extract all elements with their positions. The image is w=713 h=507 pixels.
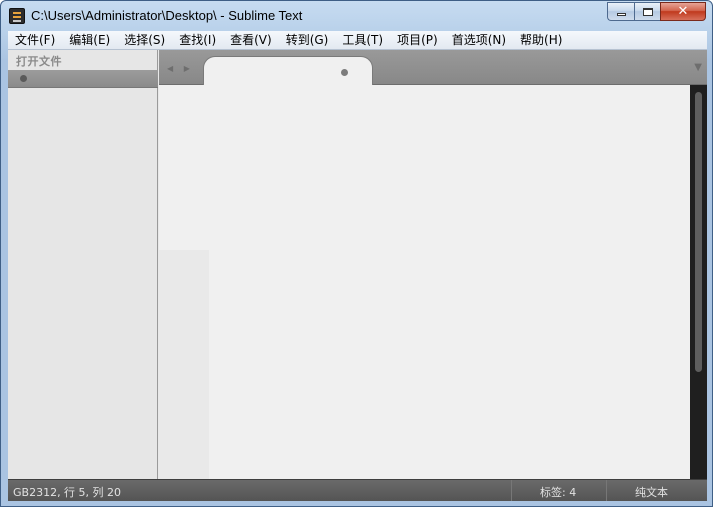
maximize-icon: [642, 7, 653, 16]
tab-bar: ◀ ▶ ▼: [159, 50, 707, 86]
close-icon: ✕: [677, 4, 689, 19]
menu-project[interactable]: 项目(P): [390, 31, 445, 50]
menu-tools[interactable]: 工具(T): [335, 31, 390, 50]
status-separator: [606, 480, 607, 501]
status-tab-size[interactable]: 标签: 4: [540, 484, 576, 500]
sidebar[interactable]: 打开文件: [8, 50, 158, 479]
sidebar-open-file-item[interactable]: [8, 70, 158, 88]
status-bar: GB2312, 行 5, 列 20 标签: 4 纯文本: [8, 479, 707, 501]
scrollbar-thumb[interactable]: [695, 92, 702, 372]
minimize-icon: [616, 13, 626, 16]
tab-dropdown-icon[interactable]: ▼: [694, 62, 702, 73]
sidebar-header-open-files: 打开文件: [16, 55, 62, 68]
minimize-button[interactable]: [607, 2, 634, 21]
title-bar[interactable]: C:\Users\Administrator\Desktop\ - Sublim…: [1, 1, 712, 31]
status-syntax[interactable]: 纯文本: [635, 484, 668, 500]
menu-preferences[interactable]: 首选项(N): [445, 31, 513, 50]
maximize-button[interactable]: [634, 2, 660, 21]
scrollbar-track[interactable]: [690, 85, 707, 479]
dirty-dot-icon: [20, 75, 27, 82]
menu-view[interactable]: 查看(V): [223, 31, 279, 50]
menu-bar: 文件(F) 编辑(E) 选择(S) 查找(I) 查看(V) 转到(G) 工具(T…: [8, 31, 707, 50]
menu-edit[interactable]: 编辑(E): [62, 31, 117, 50]
caption-buttons: ✕: [607, 2, 706, 21]
sublime-text-icon[interactable]: [9, 8, 25, 24]
client-area: 打开文件 ◀ ▶ ▼ GB2312, 行 5, 列 20 标签: 4 纯文本: [8, 50, 707, 501]
close-button[interactable]: ✕: [660, 2, 706, 21]
app-window: C:\Users\Administrator\Desktop\ - Sublim…: [0, 0, 713, 507]
editor-gutter: [159, 250, 209, 479]
editor-area[interactable]: [159, 85, 707, 479]
menu-help[interactable]: 帮助(H): [513, 31, 569, 50]
menu-goto[interactable]: 转到(G): [279, 31, 336, 50]
status-encoding-position: GB2312, 行 5, 列 20: [13, 486, 122, 499]
menu-selection[interactable]: 选择(S): [117, 31, 172, 50]
window-title: C:\Users\Administrator\Desktop\ - Sublim…: [31, 8, 303, 23]
tab-untitled[interactable]: [203, 56, 373, 86]
menu-find[interactable]: 查找(I): [172, 31, 223, 50]
tab-scroll-arrows-icon[interactable]: ◀ ▶: [167, 64, 194, 73]
dirty-dot-icon[interactable]: [341, 69, 348, 76]
status-separator: [511, 480, 512, 501]
menu-file[interactable]: 文件(F): [8, 31, 62, 50]
